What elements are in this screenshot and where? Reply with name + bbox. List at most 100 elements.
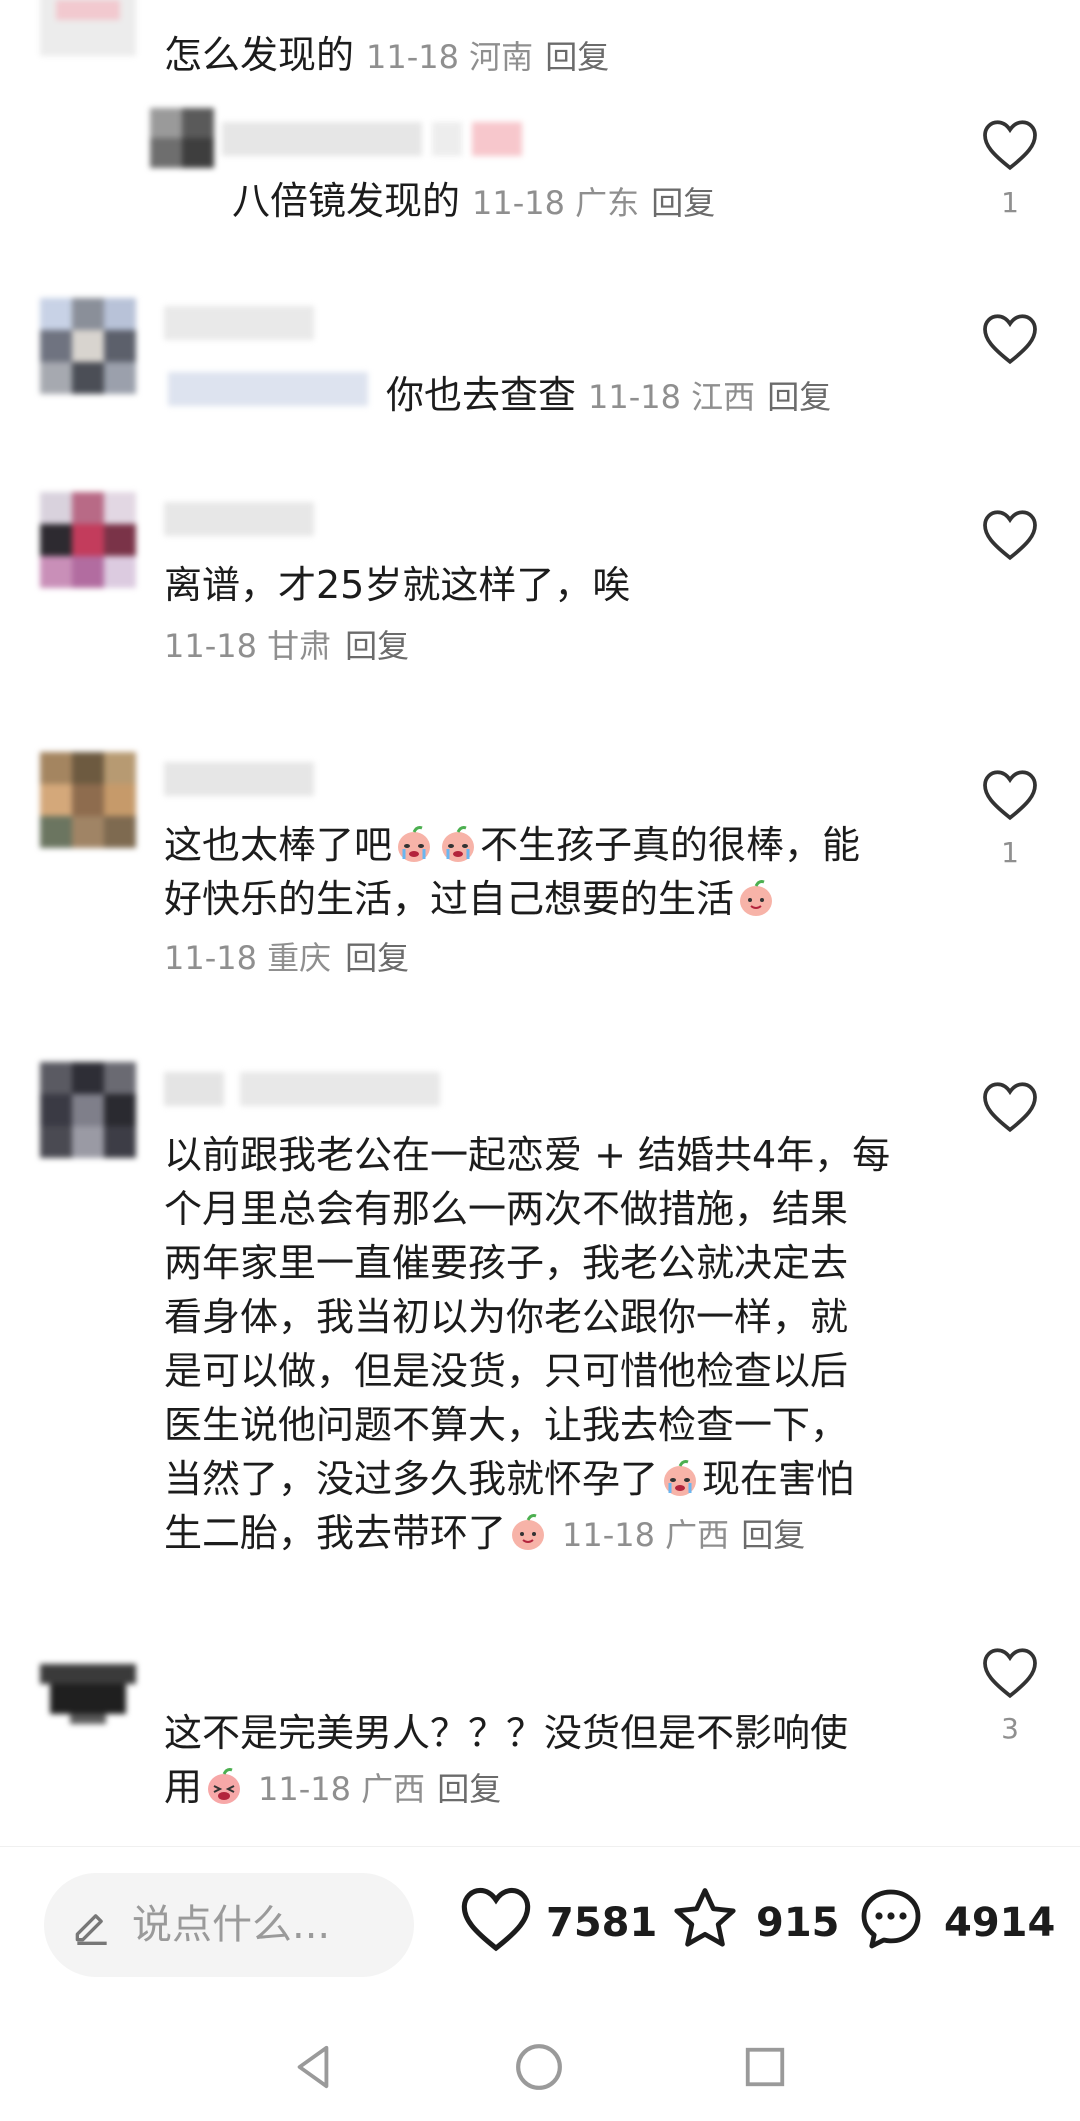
comment-body: 现在害怕 [702, 1457, 855, 1501]
comment-text: 医生说他问题不算大，让我去检查一下， [164, 1403, 849, 1447]
crying-peach-emoji [664, 1460, 697, 1496]
smiling-peach-emoji [740, 880, 773, 916]
username[interactable] [164, 1072, 444, 1106]
heart-outline-icon [983, 770, 1037, 821]
username[interactable] [164, 502, 314, 536]
comment-body: 你也去查查 [386, 373, 577, 417]
comment-meta: 11-18 重庆 回复 [164, 936, 409, 980]
favorite-count: 915 [756, 1900, 840, 1946]
like-count: 7581 [546, 1900, 658, 1946]
crying-peach-emoji [398, 826, 431, 862]
comment-date: 11-18 [562, 1516, 655, 1554]
comment-text: 看身体，我当初以为你老公跟你一样，就 [164, 1295, 849, 1339]
like-post-button[interactable]: 7581 [458, 1883, 657, 1963]
like-button[interactable] [980, 310, 1040, 370]
comment-date: 11-18 [472, 184, 565, 222]
crying-peach-emoji [208, 1768, 241, 1804]
avatar[interactable] [150, 108, 214, 168]
comment-text: 个月里总会有那么一两次不做措施，结果 [164, 1187, 849, 1231]
comment-meta: 11-18 江西 回复 [588, 378, 831, 416]
reply-button[interactable]: 回复 [345, 939, 409, 977]
heart-outline-icon [983, 1082, 1037, 1133]
comment-region: 广东 [575, 184, 640, 222]
like-button[interactable] [980, 766, 1040, 826]
heart-outline-icon [983, 510, 1037, 561]
system-nav-bar [0, 2006, 1080, 2121]
avatar[interactable] [40, 752, 136, 848]
comment-body: 好快乐的生活，过自己想要的生活 [164, 877, 735, 921]
comment-body: 这也太棒了吧 [164, 823, 393, 867]
like-button[interactable] [980, 1644, 1040, 1704]
comment-meta: 11-18 甘肃 回复 [164, 624, 409, 668]
comment-meta: 11-18 广西 回复 [258, 1770, 501, 1808]
comment-body: 怎么发现的 [164, 33, 355, 77]
comment-text: 八倍镜发现的 11-18 广东 回复 [232, 174, 715, 230]
comment-text: 离谱，才25岁就这样了，唉 [164, 563, 631, 607]
comment-text: 这不是完美男人？？？没货但是不影响使 [164, 1711, 849, 1755]
comment-body: 用 [164, 1765, 203, 1809]
comment-input-placeholder: 说点什么... [132, 1902, 331, 1948]
comment-region: 甘肃 [267, 627, 332, 665]
reply-button[interactable]: 回复 [741, 1516, 805, 1554]
like-button[interactable] [980, 1078, 1040, 1138]
comment-meta: 11-18 广东 回复 [472, 184, 715, 222]
comment-text: 两年家里一直催要孩子，我老公就决定去 [164, 1241, 849, 1285]
avatar[interactable] [40, 492, 136, 588]
reply-button[interactable]: 回复 [545, 38, 609, 76]
pen-icon [75, 1914, 107, 1945]
username[interactable] [222, 122, 522, 156]
comment-meta: 11-18 河南 回复 [366, 38, 609, 76]
comment-region: 江西 [691, 378, 756, 416]
avatar[interactable] [40, 298, 136, 394]
like-count: 1 [1001, 186, 1019, 219]
avatar[interactable] [40, 0, 136, 56]
comment-region: 河南 [469, 38, 534, 76]
reply-button[interactable]: 回复 [767, 378, 831, 416]
recents-icon[interactable] [742, 2044, 788, 2090]
bottom-action-bar: 说点什么... 7581 915 4914 [0, 1846, 1080, 2007]
comment-region: 重庆 [267, 939, 332, 977]
comment-text: 你也去查查 11-18 江西 回复 [386, 368, 831, 424]
heart-outline-icon [983, 314, 1037, 365]
username[interactable] [164, 762, 314, 796]
comment-text: 好快乐的生活，过自己想要的生活 [164, 872, 778, 926]
favorite-button[interactable]: 915 [668, 1883, 840, 1963]
comment-body: 不生孩子真的很棒，能 [480, 823, 861, 867]
comment-region: 广西 [665, 1516, 730, 1554]
comment-meta: 11-18 广西 回复 [562, 1516, 805, 1554]
crying-peach-emoji [442, 826, 475, 862]
reply-button[interactable]: 回复 [345, 627, 409, 665]
avatar[interactable] [40, 1664, 136, 1724]
home-icon[interactable] [514, 2042, 564, 2092]
back-icon[interactable] [290, 2042, 336, 2092]
comment-input[interactable]: 说点什么... [44, 1873, 414, 1977]
comment-date: 11-18 [164, 939, 257, 977]
heart-outline-icon [461, 1887, 531, 1952]
like-button[interactable] [980, 506, 1040, 566]
like-button[interactable] [980, 116, 1040, 176]
reply-button[interactable]: 回复 [437, 1770, 501, 1808]
comment-date: 11-18 [164, 627, 257, 665]
chat-bubble-icon [861, 1889, 921, 1949]
username[interactable] [164, 306, 314, 340]
comment-text: 当然了，没过多久我就怀孕了 现在害怕 [164, 1452, 854, 1506]
reply-target[interactable] [168, 372, 368, 406]
comment-date: 11-18 [366, 38, 459, 76]
comments-button[interactable]: 4914 [854, 1883, 1056, 1963]
comment-date: 11-18 [588, 378, 681, 416]
comment-body: 八倍镜发现的 [232, 179, 461, 223]
comment-text: 是可以做，但是没货，只可惜他检查以后 [164, 1349, 849, 1393]
comment-region: 广西 [361, 1770, 426, 1808]
avatar[interactable] [40, 1062, 136, 1158]
comment-text: 以前跟我老公在一起恋爱 + 结婚共4年，每 [164, 1133, 891, 1177]
heart-outline-icon [983, 120, 1037, 171]
star-outline-icon [674, 1888, 736, 1947]
comment-count: 4914 [944, 1900, 1056, 1946]
comment-date: 11-18 [258, 1770, 351, 1808]
smiling-peach-emoji [512, 1514, 545, 1550]
comment-body: 当然了，没过多久我就怀孕了 [164, 1457, 659, 1501]
reply-button[interactable]: 回复 [651, 184, 715, 222]
comment-body: 生二胎，我去带环了 [164, 1511, 507, 1555]
heart-outline-icon [983, 1648, 1037, 1699]
comment-text: 生二胎，我去带环了 11-18 广西 回复 [164, 1506, 805, 1562]
